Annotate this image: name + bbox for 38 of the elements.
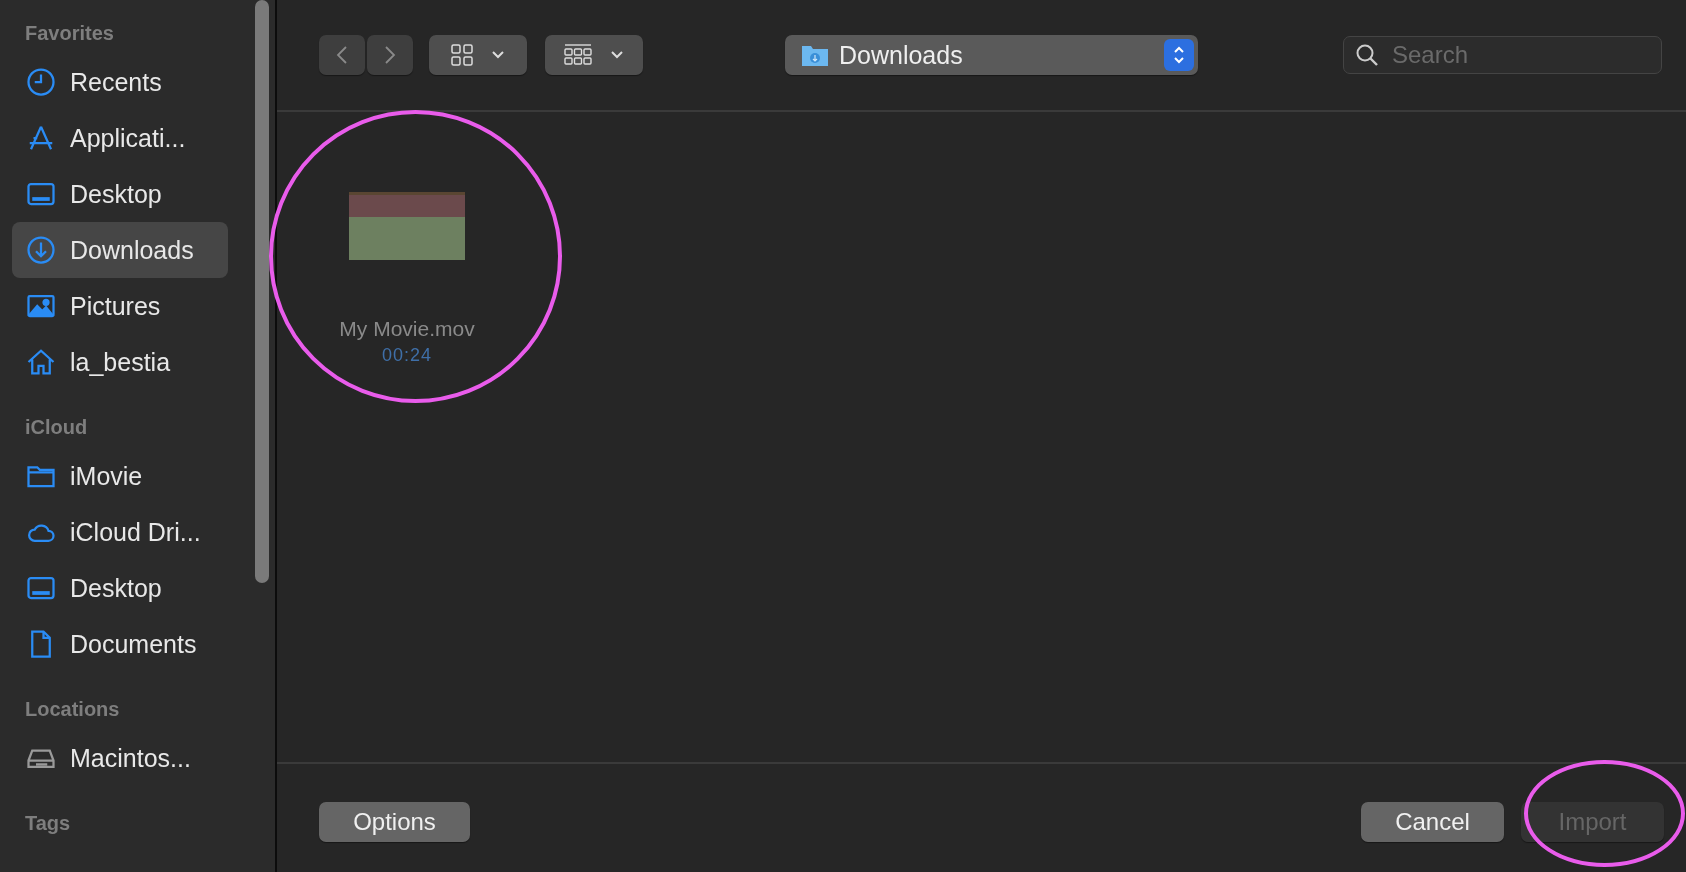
grid-icon: [451, 44, 473, 66]
group-view-button[interactable]: [545, 35, 643, 75]
chevron-right-icon: [384, 45, 396, 65]
sidebar-item[interactable]: Documents: [12, 616, 228, 672]
clock-icon: [26, 67, 56, 97]
file-name[interactable]: My Movie.mov: [339, 317, 475, 341]
dialog-button[interactable]: Options: [319, 802, 470, 842]
chevron-left-icon: [336, 45, 348, 65]
section-heading: Tags: [24, 811, 72, 836]
sidebar-item[interactable]: Downloads: [12, 222, 228, 278]
chevron-down-icon: [610, 50, 624, 60]
download-icon: [26, 235, 56, 265]
search-field[interactable]: Search: [1343, 36, 1662, 74]
section-heading: Locations: [24, 697, 121, 722]
sidebar-item[interactable]: iMovie: [12, 448, 228, 504]
stepper-icon: [1164, 39, 1194, 71]
sidebar-item[interactable]: Macintos...: [12, 730, 228, 786]
chevron-down-icon: [491, 50, 505, 60]
sidebar-item[interactable]: Recents: [12, 54, 228, 110]
location-popup[interactable]: Downloads: [785, 35, 1198, 75]
section-heading: Favorites: [24, 21, 115, 46]
sidebar-item[interactable]: Applicati...: [12, 110, 228, 166]
folder-icon: [801, 43, 829, 67]
section-heading: iCloud: [24, 415, 89, 440]
gallery-grid-icon: [564, 44, 592, 66]
icon-view-button[interactable]: [429, 35, 527, 75]
sidebar-item[interactable]: iCloud Dri...: [12, 504, 228, 560]
forward-button[interactable]: [367, 35, 413, 75]
home-icon: [26, 347, 56, 377]
scrollbar[interactable]: [255, 0, 269, 583]
video-thumbnail-placeholder[interactable]: [349, 192, 465, 260]
dialog-button[interactable]: Cancel: [1361, 802, 1504, 842]
sidebar-item[interactable]: Desktop: [12, 166, 228, 222]
file-duration: 00:24: [381, 345, 432, 366]
sidebar-item[interactable]: Desktop: [12, 560, 228, 616]
sidebar-item[interactable]: Pictures: [12, 278, 228, 334]
sidebar-item[interactable]: la_bestia: [12, 334, 228, 390]
back-button[interactable]: [319, 35, 365, 75]
